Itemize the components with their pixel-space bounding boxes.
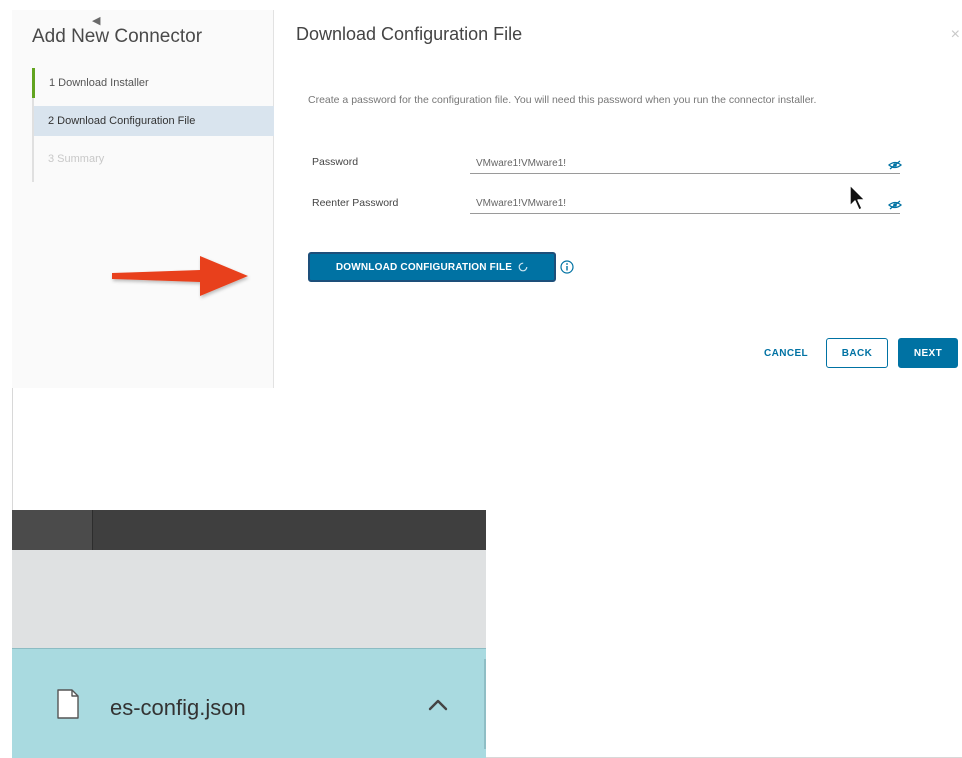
download-item-divider <box>484 659 486 749</box>
browser-page-area <box>12 550 486 648</box>
eye-slash-icon[interactable] <box>888 200 902 210</box>
download-button-label: DOWNLOAD CONFIGURATION FILE <box>335 261 513 273</box>
download-shelf: es-config.json <box>12 648 486 758</box>
back-button[interactable]: BACK <box>826 338 888 368</box>
chevron-up-icon[interactable] <box>428 699 448 711</box>
mouse-cursor-icon <box>849 184 866 211</box>
step-summary: 3 Summary <box>48 153 105 165</box>
wizard-title: Add New Connector <box>32 26 203 47</box>
next-button[interactable]: NEXT <box>898 338 958 368</box>
eye-slash-icon[interactable] <box>888 160 902 170</box>
red-arrow-icon <box>112 256 248 296</box>
step-download-installer[interactable]: 1 Download Installer <box>32 68 274 98</box>
instructions-text: Create a password for the configuration … <box>308 94 817 106</box>
close-icon[interactable]: × <box>951 26 960 44</box>
download-file-name[interactable]: es-config.json <box>110 695 246 721</box>
browser-tabstrip <box>12 510 486 550</box>
scroll-left-icon[interactable]: ◀ <box>92 14 100 27</box>
password-label: Password <box>312 156 359 168</box>
info-circle-icon[interactable] <box>560 260 574 274</box>
reenter-password-label: Reenter Password <box>312 197 399 209</box>
step-download-configuration-file[interactable]: 2 Download Configuration File <box>34 106 274 136</box>
download-configuration-file-button[interactable]: DOWNLOAD CONFIGURATION FILE <box>308 252 556 282</box>
file-icon <box>57 689 79 719</box>
cancel-button[interactable]: CANCEL <box>758 338 814 368</box>
spinner-icon <box>518 262 528 272</box>
browser-tab[interactable] <box>92 510 486 550</box>
reenter-password-field[interactable] <box>470 194 900 214</box>
password-field[interactable] <box>470 154 900 174</box>
page-title: Download Configuration File <box>296 24 523 44</box>
wizard-steps: 1 Download Installer 2 Download Configur… <box>32 68 274 182</box>
wizard-step-nav: Add New Connector 1 Download Installer 2… <box>12 10 274 388</box>
